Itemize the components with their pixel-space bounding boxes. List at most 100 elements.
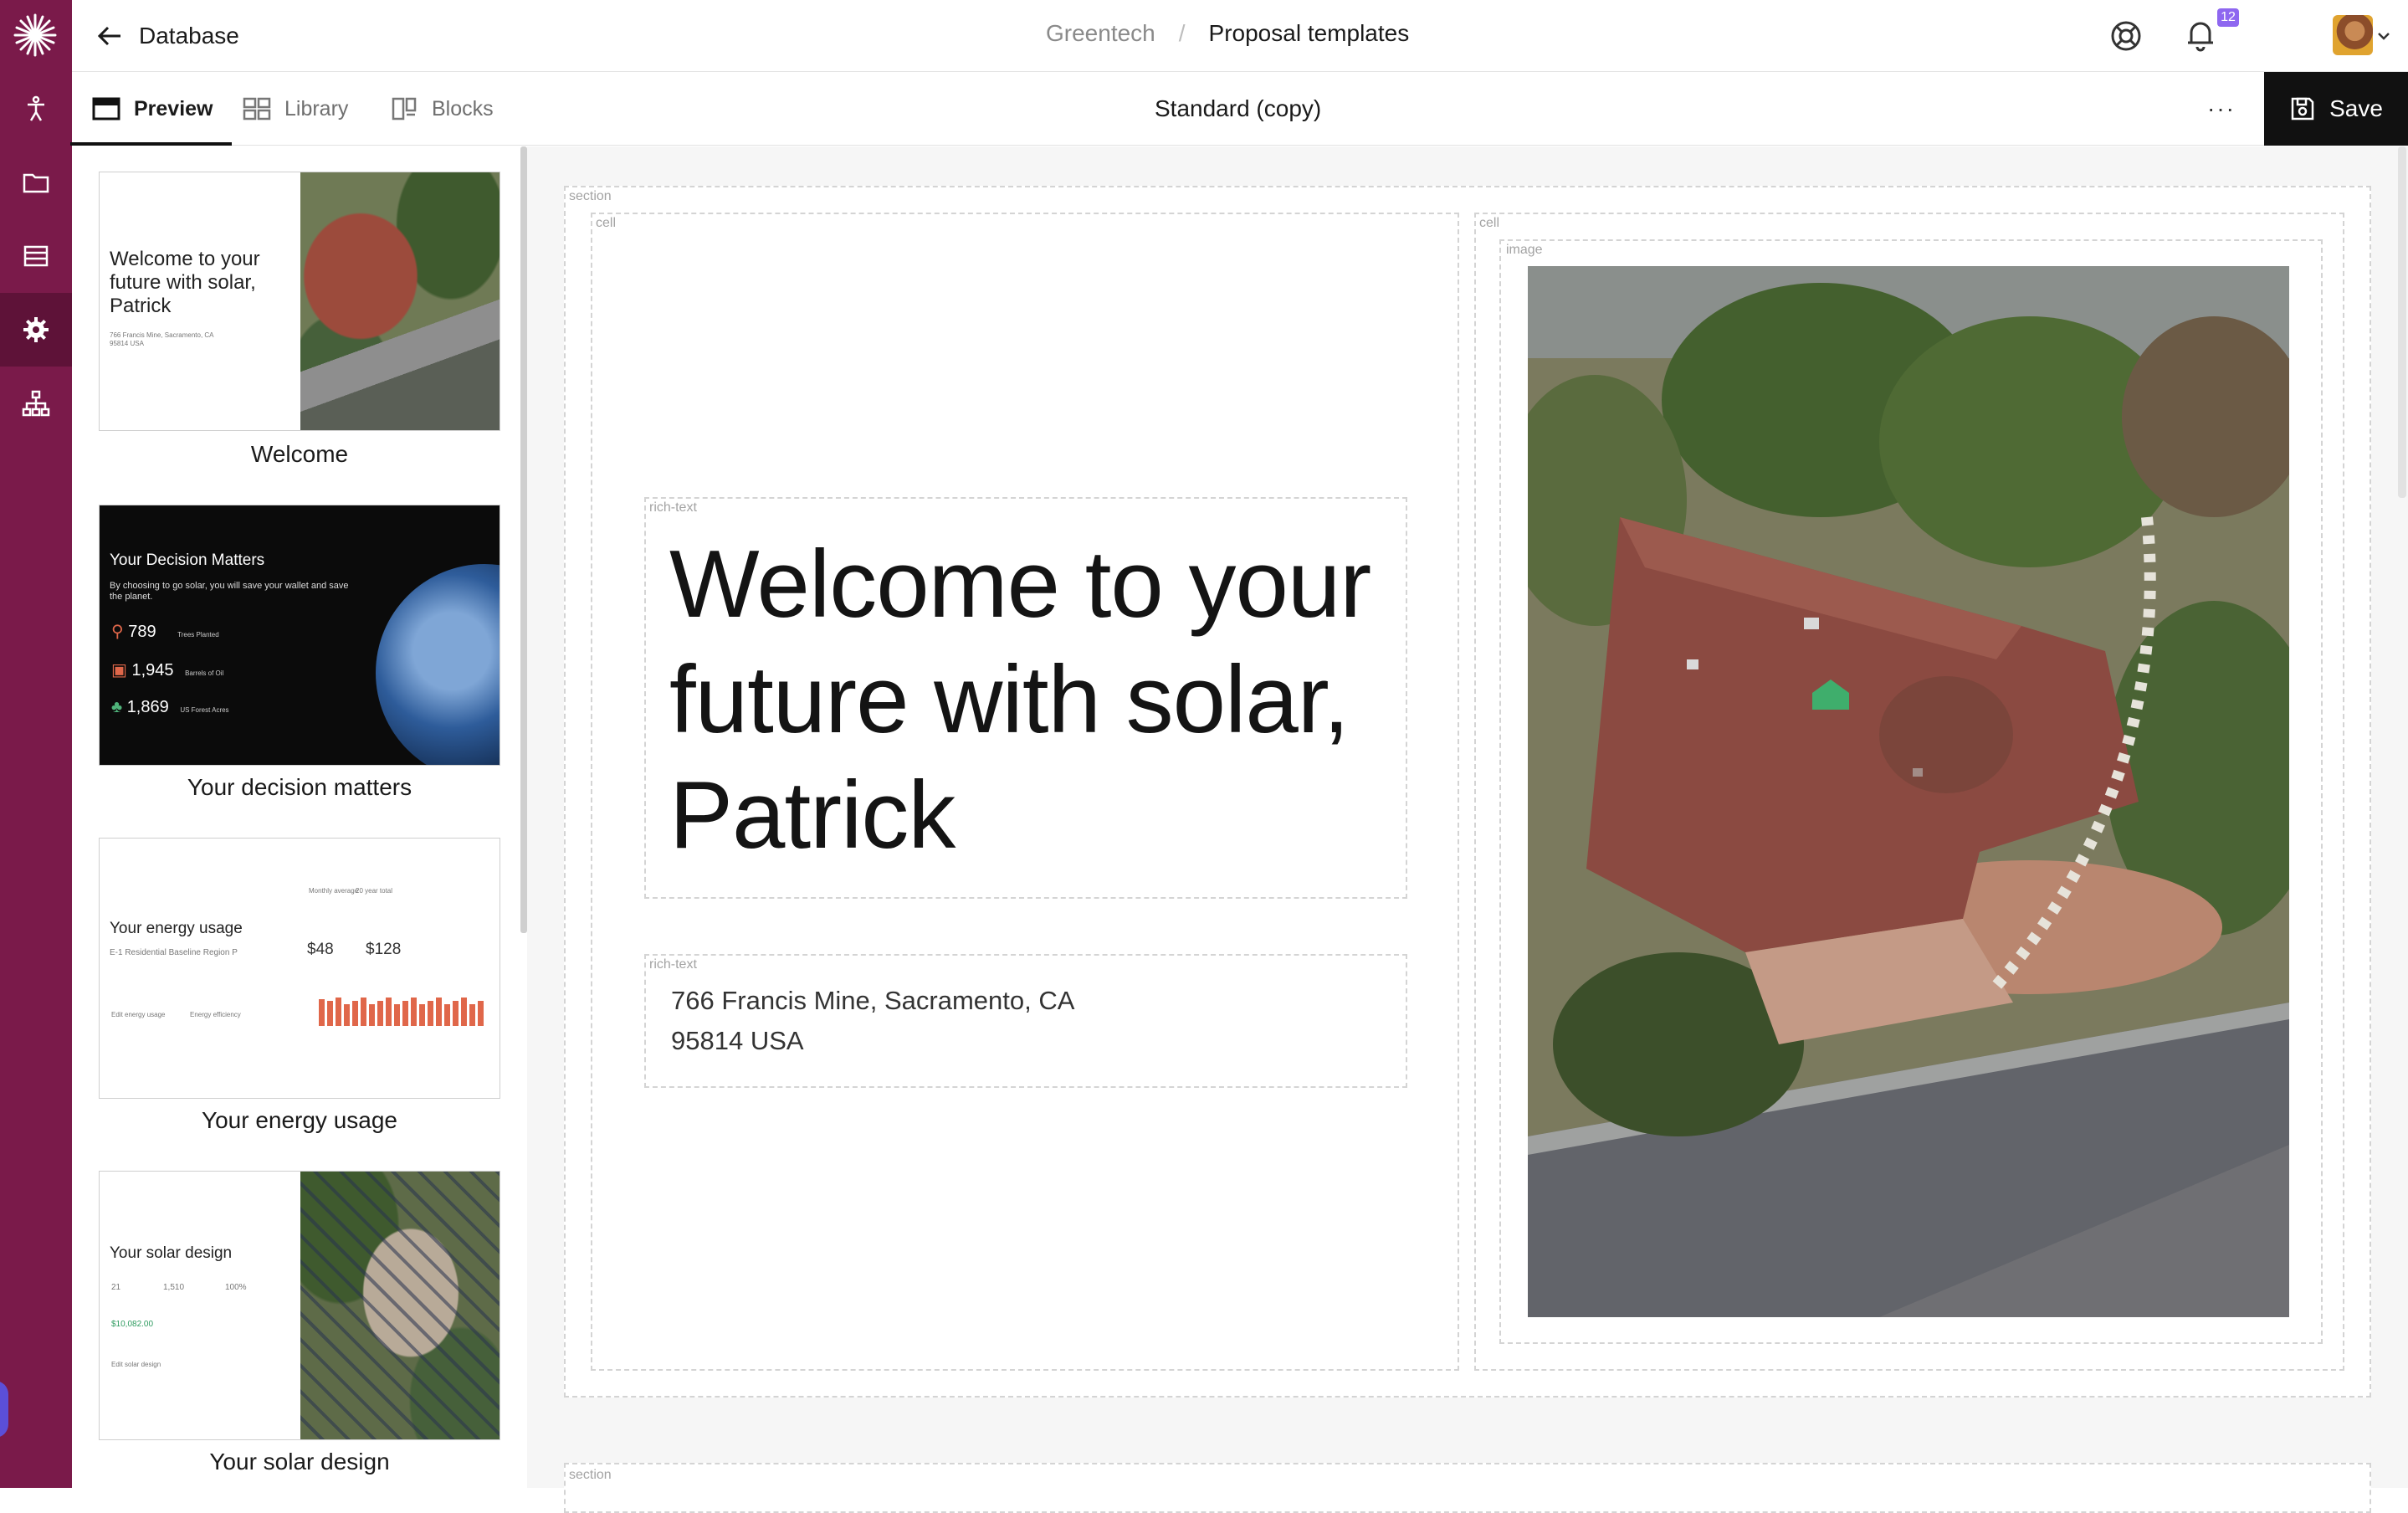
- thumbnail-decision-label: Your decision matters: [187, 774, 412, 800]
- arrow-left-icon: [97, 26, 120, 46]
- edit-energy-link: Edit energy usage: [111, 1011, 166, 1018]
- edit-solar-link: Edit solar design: [111, 1361, 161, 1368]
- breadcrumb-separator: /: [1178, 20, 1186, 46]
- mini-bar: [461, 998, 467, 1026]
- blocks-icon: [392, 97, 417, 121]
- mini-bar: [419, 1004, 425, 1026]
- back-label: Database: [139, 23, 239, 49]
- canvas-scrollbar[interactable]: [2398, 146, 2406, 498]
- breadcrumb: Greentech / Proposal templates: [1046, 20, 1409, 47]
- address-line-2: 95814 USA: [671, 1026, 804, 1055]
- mini-bar: [361, 998, 366, 1026]
- stat-forest-value: 1,869: [126, 698, 169, 716]
- mini-bar: [453, 1001, 459, 1026]
- tab-preview[interactable]: Preview: [70, 72, 231, 146]
- stat-forest: ♣ 1,869 US Forest Acres: [111, 698, 229, 717]
- thumbnail-welcome[interactable]: Welcome to your future with solar, Patri…: [99, 172, 500, 431]
- preview-icon: [92, 97, 120, 121]
- thumbnail-welcome-label: Welcome: [250, 441, 349, 467]
- rail-accessibility-item[interactable]: [0, 72, 72, 146]
- mini-bar-chart: [319, 989, 486, 1026]
- tab-blocks[interactable]: Blocks: [390, 72, 494, 146]
- stat-trees-name: Trees Planted: [177, 631, 219, 639]
- aerial-house-photo: [1528, 266, 2289, 1317]
- thumbnail-title: Your solar design: [110, 1244, 233, 1262]
- chevron-down-icon[interactable]: [2376, 28, 2391, 44]
- mini-bar: [336, 998, 341, 1026]
- save-button[interactable]: Save: [2264, 72, 2408, 146]
- stat-oil-name: Barrels of Oil: [185, 669, 224, 677]
- forest-icon: ♣: [111, 698, 123, 716]
- editor-toolbar: Preview Library Blocks Standard (copy) ·…: [70, 72, 2408, 146]
- headline-text[interactable]: Welcome to your future with solar, Patri…: [669, 527, 1389, 874]
- tab-library-label: Library: [284, 96, 349, 121]
- thumbnail-scrollbar[interactable]: [520, 146, 527, 933]
- mini-bar: [469, 1004, 475, 1026]
- thumbnail-title: Your Decision Matters: [110, 551, 265, 569]
- savings-value: $10,082.00: [111, 1320, 154, 1329]
- more-options-button[interactable]: ···: [2207, 95, 2244, 121]
- rail-org-chart-item[interactable]: [0, 367, 72, 440]
- mini-bar: [428, 1001, 433, 1026]
- save-label: Save: [2329, 95, 2383, 121]
- barrel-icon: ▣: [111, 661, 127, 680]
- address-line-1: 766 Francis Mine, Sacramento, CA: [671, 986, 1075, 1015]
- mini-bar: [478, 1001, 484, 1026]
- thumbnail-decision[interactable]: Your Decision Matters By choosing to go …: [99, 505, 500, 766]
- left-nav-rail: [0, 0, 72, 1488]
- tab-library[interactable]: Library: [243, 72, 348, 146]
- mini-bar: [369, 1004, 375, 1026]
- stat-oil: ▣ 1,945 Barrels of Oil: [111, 659, 223, 680]
- thumbnail-title: Your energy usage: [110, 920, 243, 937]
- thumbnail-aerial-image: [300, 172, 500, 430]
- mini-bar: [377, 1001, 383, 1026]
- energy-efficiency-link: Energy efficiency: [190, 1011, 241, 1018]
- tab-blocks-label: Blocks: [432, 96, 494, 121]
- rail-folder-item[interactable]: [0, 146, 72, 219]
- section-block-2[interactable]: [564, 1463, 2371, 1513]
- thumbnail-solar-aerial-image: [300, 1172, 500, 1439]
- help-lifebuoy-icon[interactable]: [2108, 18, 2144, 54]
- document-title[interactable]: Standard (copy): [1155, 95, 1321, 122]
- tab-20-year-total: 20 year total: [356, 887, 393, 895]
- section-tag: section: [569, 189, 612, 203]
- thumbnail-solar-design[interactable]: Your solar design 21 1,510 100% $10,082.…: [99, 1171, 500, 1440]
- stat-trees: ⚲ 789 Trees Planted: [111, 621, 219, 642]
- earth-image: [376, 564, 500, 765]
- notification-count-badge: 12: [2217, 8, 2239, 27]
- breadcrumb-parent[interactable]: Greentech: [1046, 20, 1155, 47]
- gear-icon: [23, 317, 49, 342]
- address-text[interactable]: 766 Francis Mine, Sacramento, CA 95814 U…: [671, 981, 1074, 1061]
- mini-bar: [344, 1004, 350, 1026]
- tab-preview-label: Preview: [134, 96, 213, 121]
- app-logo-icon[interactable]: [12, 12, 59, 59]
- solar-bill: $128: [366, 941, 402, 958]
- mini-bar: [411, 998, 417, 1026]
- rail-settings-item[interactable]: [0, 293, 72, 367]
- thumbnail-energy[interactable]: Your energy usage E-1 Residential Baseli…: [99, 838, 500, 1099]
- notifications-bell-icon[interactable]: [2182, 17, 2219, 54]
- tree-icon: ⚲: [111, 623, 124, 641]
- cell-tag-right: cell: [1479, 216, 1500, 230]
- mini-bar: [386, 998, 392, 1026]
- thumbnail-address: 766 Francis Mine, Sacramento, CA 95814 U…: [110, 331, 214, 347]
- mini-bar: [319, 999, 325, 1026]
- stat-oil-value: 1,945: [131, 661, 174, 680]
- thumbnail-utility: E-1 Residential Baseline Region P: [110, 948, 238, 957]
- library-grid-icon: [243, 97, 271, 121]
- image-tag: image: [1506, 243, 1543, 257]
- rail-database-item[interactable]: [0, 219, 72, 293]
- back-to-database-link[interactable]: Database: [95, 17, 239, 55]
- folder-icon: [23, 173, 49, 193]
- mini-bar: [394, 1004, 400, 1026]
- mini-bar: [444, 1004, 450, 1026]
- mini-bar: [352, 1001, 358, 1026]
- help-widget-tab[interactable]: [0, 1381, 8, 1438]
- user-avatar[interactable]: [2333, 15, 2373, 55]
- panel-count: 21: [111, 1283, 121, 1292]
- breadcrumb-current: Proposal templates: [1208, 20, 1410, 46]
- mini-bar: [436, 998, 442, 1026]
- production-value: 1,510: [163, 1283, 185, 1292]
- mini-bar: [327, 1001, 333, 1026]
- rich-text-tag-headline: rich-text: [649, 500, 697, 515]
